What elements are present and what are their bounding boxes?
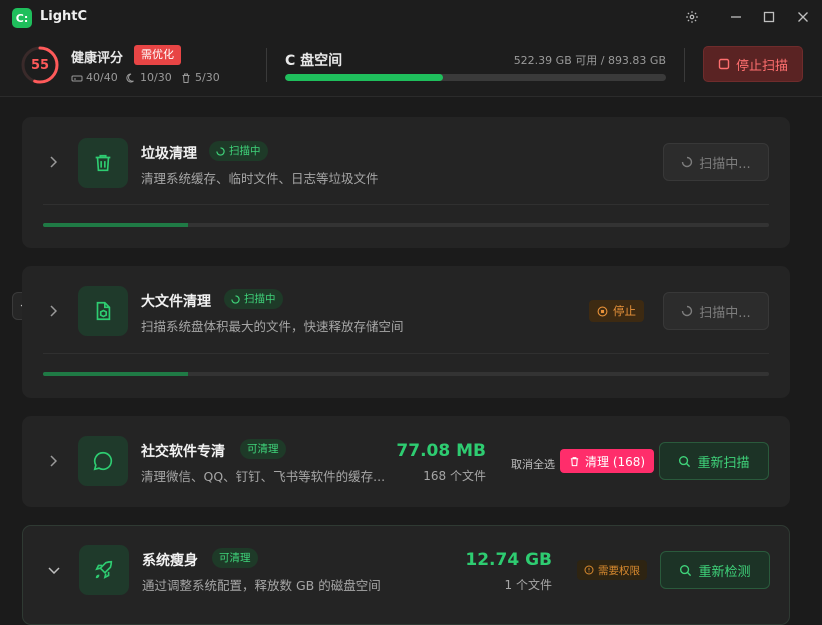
cleanable-size: 77.08 MB [396,441,486,461]
permission-label: 需要权限 [598,564,640,577]
app-logo: C: [12,8,32,28]
scanning-button-label: 扫描中... [699,156,751,172]
card-description: 清理微信、QQ、钉钉、飞书等软件的缓存... [141,469,386,484]
card-title: 垃圾清理 [141,146,197,162]
file-count: 1 个文件 [504,578,552,592]
card-large-files: 大文件清理 扫描中 扫描系统盘体积最大的文件，快速释放存储空间 停止 扫描中..… [22,266,790,398]
app-title: LightC [40,9,88,24]
status-tag-label: 可清理 [247,443,279,455]
health-label: 健康评分 [71,51,124,66]
status-tag: 可清理 [212,548,258,568]
recheck-button[interactable]: 重新检测 [660,551,770,589]
rocket-icon [79,545,129,595]
rescan-button-label: 重新扫描 [697,455,750,471]
scan-progress-fill [43,223,189,227]
search-icon [679,455,691,467]
warning-icon [584,565,594,575]
trash-icon [182,73,190,83]
stat-trash: 5/30 [180,71,220,84]
rescan-button[interactable]: 重新扫描 [659,442,769,480]
scan-progress-bar [43,372,769,376]
stat-sleep: 10/30 [125,71,172,84]
spinner-icon [231,294,240,304]
card-system-slim: 系统瘦身 可清理 通过调整系统配置，释放数 GB 的磁盘空间 12.74 GB … [22,525,790,625]
file-count: 168 个文件 [423,469,486,483]
scan-progress-fill [43,372,189,376]
file-box-icon [78,286,128,336]
clean-button[interactable]: 清理 (168) [560,449,655,473]
stop-circle-icon [597,306,608,316]
status-tag: 可清理 [240,439,286,459]
permission-badge: 需要权限 [577,560,647,580]
disk-title: C 盘空间 [285,53,343,69]
stop-icon [718,58,730,70]
stop-scan-button[interactable]: 停止扫描 [703,46,803,82]
card-description: 清理系统缓存、临时文件、日志等垃圾文件 [141,171,379,186]
status-tag: 扫描中 [209,141,268,161]
health-score: 55 [30,57,50,73]
card-title: 系统瘦身 [142,553,198,569]
card-junk-clean: 垃圾清理 扫描中 清理系统缓存、临时文件、日志等垃圾文件 扫描中... [22,117,790,248]
divider [266,48,267,82]
status-badge: 需优化 [134,45,181,65]
disk-usage-fill [285,74,444,81]
scrollbar[interactable] [815,97,820,611]
card-title: 大文件清理 [141,294,211,310]
card-social-apps: 社交软件专清 可清理 清理微信、QQ、钉钉、飞书等软件的缓存... 77.08 … [22,416,790,507]
scanning-button[interactable]: 扫描中... [663,143,769,181]
clean-button-label: 清理 (168) [585,454,646,469]
module-list: 垃圾清理 扫描中 清理系统缓存、临时文件、日志等垃圾文件 扫描中... 大文件清… [0,97,822,625]
divider [684,48,685,82]
status-tag-label: 扫描中 [229,145,261,157]
chevron-right-icon[interactable] [46,155,60,169]
stat-drives: 40/40 [71,71,118,84]
cleanable-size: 12.74 GB [465,550,552,570]
scanning-button-label: 扫描中... [699,305,751,321]
gear-icon[interactable] [681,6,703,28]
search-icon [680,564,692,576]
spinner-icon [682,305,693,317]
spinner-icon [682,156,693,168]
trash-icon [78,138,128,188]
drive-icon [71,75,83,81]
chevron-right-icon[interactable] [46,304,60,318]
chevron-down-icon[interactable] [47,563,61,577]
card-description: 通过调整系统配置，释放数 GB 的磁盘空间 [142,578,381,593]
stop-scan-pill[interactable]: 停止 [589,300,644,322]
moon-icon [126,72,134,82]
chat-icon [78,436,128,486]
disk-info: 522.39 GB 可用 / 893.83 GB [513,54,666,67]
card-description: 扫描系统盘体积最大的文件，快速释放存储空间 [141,319,404,334]
card-title: 社交软件专清 [141,444,225,460]
recheck-button-label: 重新检测 [698,564,751,580]
spinner-icon [216,146,225,156]
scanning-button[interactable]: 扫描中... [663,292,769,330]
status-header: 55 健康评分 需优化 40/40 10/30 5/30 C 盘空间 522.3… [0,34,822,97]
maximize-icon[interactable] [758,6,780,28]
status-tag-label: 可清理 [219,552,251,564]
title-bar: C: LightC [0,0,822,34]
divider [43,353,769,354]
trash-icon [570,456,579,466]
minimize-icon[interactable] [725,6,747,28]
disk-usage-bar [285,74,666,81]
deselect-all-link[interactable]: 取消全选 [511,456,555,472]
scan-progress-bar [43,223,769,227]
stop-scan-label: 停止扫描 [735,58,788,74]
stop-pill-label: 停止 [613,304,636,318]
stat-value: 5/30 [195,71,220,84]
status-tag: 扫描中 [224,289,283,309]
chevron-right-icon[interactable] [46,454,60,468]
stat-value: 40/40 [86,71,118,84]
stat-value: 10/30 [140,71,172,84]
close-icon[interactable] [792,6,814,28]
divider [43,204,769,205]
status-tag-label: 扫描中 [244,293,276,305]
